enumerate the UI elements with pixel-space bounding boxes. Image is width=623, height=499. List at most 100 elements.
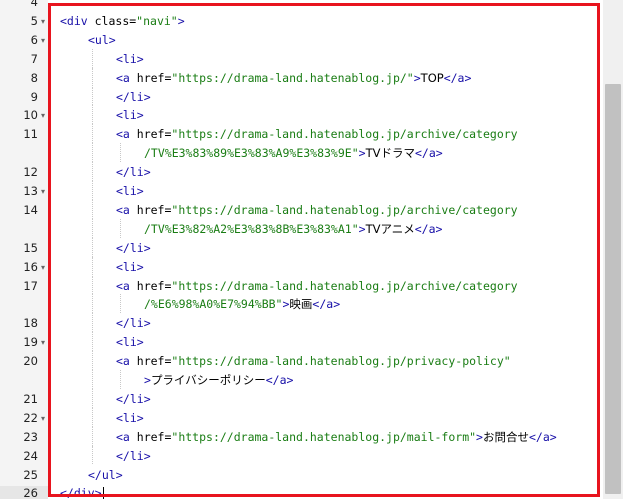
code-line[interactable]: <a href="https://drama-land.hatenablog.j…	[116, 71, 471, 85]
indent-guide	[92, 388, 93, 408]
fold-arrow-icon[interactable]: ▾	[41, 112, 48, 120]
code-line[interactable]: </div>	[60, 486, 102, 499]
code-token: <li>	[116, 184, 144, 198]
code-token: >	[177, 13, 185, 28]
code-token: href=	[129, 278, 172, 293]
indent-guide	[120, 143, 121, 163]
line-number: 23	[23, 429, 38, 444]
code-line[interactable]: </li>	[116, 449, 151, 463]
code-line[interactable]: <a href="https://drama-land.hatenablog.j…	[116, 354, 511, 368]
code-line[interactable]: /TV%E3%83%89%E3%83%A9%E3%83%9E">TVドラマ</a…	[144, 146, 443, 160]
code-token: >	[358, 221, 366, 236]
code-line[interactable]: </li>	[116, 316, 151, 330]
code-token: <li>	[116, 108, 144, 123]
fold-arrow-icon[interactable]: ▾	[41, 263, 48, 271]
indent-guide	[92, 67, 93, 87]
code-line[interactable]: </ul>	[88, 468, 123, 482]
code-token: </a>	[312, 297, 341, 312]
line-number: 25	[23, 467, 38, 482]
code-token: href=	[129, 429, 172, 444]
code-line[interactable]: <li>	[116, 184, 144, 198]
line-number: 12	[23, 165, 38, 180]
line-number: 26	[0, 486, 48, 499]
line-number: 10	[23, 108, 38, 123]
indent-guide	[120, 294, 121, 314]
code-line[interactable]: <li>	[116, 108, 144, 122]
code-line[interactable]: </li>	[116, 165, 151, 179]
code-editor[interactable]: 4 5 ▾ 6 ▾ 7 8 9 10 ▾ 11 12 13 ▾ 14 15 16 ▾ 17 18 19 ▾ 20 21 22 ▾ 2…	[0, 0, 623, 499]
code-token: "https://drama-land.hatenablog.jp/privac…	[171, 354, 511, 369]
code-line[interactable]: /TV%E3%82%A2%E3%83%8B%E3%83%A1">TVアニメ</a…	[144, 222, 442, 236]
fold-arrow-icon[interactable]: ▾	[41, 414, 48, 422]
code-line[interactable]: <a href="https://drama-land.hatenablog.j…	[116, 127, 518, 141]
code-line[interactable]: <a href="https://drama-land.hatenablog.j…	[116, 203, 518, 217]
fold-arrow-icon[interactable]: ▾	[41, 339, 48, 347]
code-token: </a>	[414, 221, 443, 236]
code-area[interactable]: <div class="navi"> <ul> <li> <a href="https…	[48, 0, 603, 499]
line-number: 20	[23, 354, 38, 369]
line-number: 22	[23, 410, 38, 425]
indent-guide	[92, 237, 93, 257]
indent-guide	[92, 218, 93, 238]
code-token: "https://drama-land.hatenablog.jp/archiv…	[171, 127, 518, 142]
code-line[interactable]: <div class="navi">	[60, 14, 185, 28]
indent-guide	[120, 218, 121, 238]
code-token: <li>	[116, 259, 144, 274]
code-token: </li>	[116, 240, 151, 255]
code-token: お問合せ	[482, 429, 529, 444]
indent-guide	[92, 294, 93, 314]
code-line[interactable]: <li>	[116, 52, 144, 66]
line-number: 7	[30, 51, 38, 66]
code-token: <li>	[116, 410, 144, 425]
line-number: 5	[30, 13, 38, 28]
line-number-gutter: 4 5 ▾ 6 ▾ 7 8 9 10 ▾ 11 12 13 ▾ 14 15 16 ▾ 17 18 19 ▾ 20 21 22 ▾ 2…	[0, 0, 48, 499]
indent-guide	[92, 407, 93, 427]
code-token: TVドラマ	[365, 146, 415, 161]
code-token: </li>	[116, 165, 151, 180]
code-line[interactable]: <li>	[116, 260, 144, 274]
line-number: 4	[30, 0, 38, 9]
code-line[interactable]: <a href="https://drama-land.hatenablog.j…	[116, 279, 518, 293]
code-token: </div>	[60, 486, 102, 499]
code-token: </li>	[116, 316, 151, 331]
line-number: 18	[23, 316, 38, 331]
line-number: 21	[23, 391, 38, 406]
code-line[interactable]: <li>	[116, 335, 144, 349]
code-token: <a	[116, 354, 130, 369]
indent-guide	[92, 256, 93, 276]
code-line[interactable]: </li>	[116, 90, 151, 104]
code-line[interactable]: <ul>	[88, 33, 116, 47]
code-token: >	[476, 429, 483, 444]
line-number: 17	[23, 278, 38, 293]
code-token: /%E6%98%A0%E7%94%BB"	[144, 297, 283, 312]
fold-arrow-icon[interactable]: ▾	[41, 36, 48, 44]
code-line[interactable]: </li>	[116, 392, 151, 406]
code-line[interactable]: /%E6%98%A0%E7%94%BB">映画</a>	[144, 297, 340, 311]
code-token: </ul>	[88, 467, 123, 482]
indent-guide	[92, 105, 93, 125]
code-token: class=	[87, 13, 137, 28]
fold-arrow-icon[interactable]: ▾	[41, 17, 48, 25]
code-line[interactable]: <li>	[116, 411, 144, 425]
code-token: TVアニメ	[365, 221, 415, 236]
code-token: "https://drama-land.hatenablog.jp/archiv…	[171, 202, 518, 217]
code-token: <li>	[116, 51, 144, 66]
code-token: </li>	[116, 89, 151, 104]
code-line[interactable]: <a href="https://drama-land.hatenablog.j…	[116, 430, 557, 444]
code-token: プライバシーポリシー	[150, 373, 266, 387]
indent-guide	[92, 181, 93, 200]
indent-guide	[92, 313, 93, 333]
fold-arrow-icon[interactable]: ▾	[41, 188, 48, 196]
indent-guide	[92, 275, 93, 295]
indent-guide	[92, 162, 93, 181]
code-line[interactable]: >プライバシーポリシー</a>	[144, 373, 293, 387]
code-token: </li>	[116, 391, 151, 406]
code-token: href=	[129, 354, 172, 369]
code-token: <a	[116, 278, 130, 293]
code-token: "https://drama-land.hatenablog.jp/archiv…	[171, 278, 518, 293]
line-number: 11	[23, 127, 38, 142]
code-token: "https://drama-land.hatenablog.jp/"	[171, 70, 414, 85]
code-line[interactable]: </li>	[116, 241, 151, 255]
code-token: >	[358, 146, 366, 161]
vertical-scrollbar-thumb[interactable]	[605, 84, 621, 494]
